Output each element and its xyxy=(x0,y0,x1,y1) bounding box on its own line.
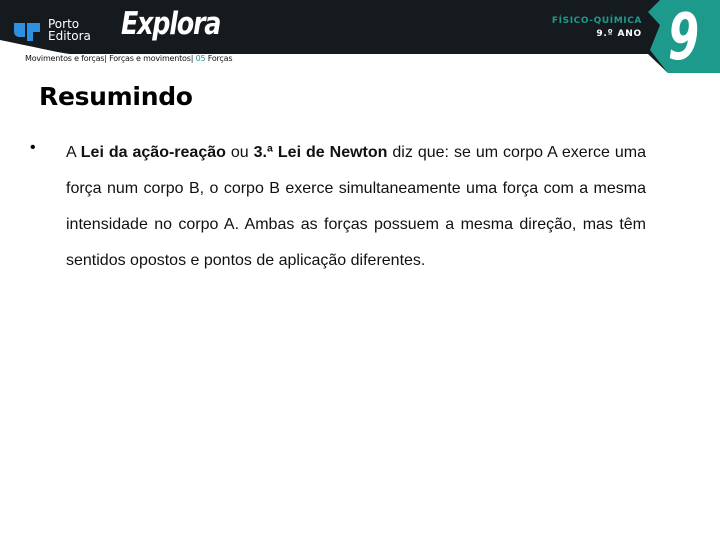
text-segment: A xyxy=(66,144,81,161)
text-segment: ou xyxy=(225,144,254,161)
publisher-logo-icon xyxy=(14,19,42,41)
grade-number: 9 xyxy=(668,1,700,75)
brand-title: Explora xyxy=(121,6,221,42)
breadcrumb-subchapter: Forças e movimentos xyxy=(109,54,191,63)
header-banner: Porto Editora Explora FÍSICO-QUÍMICA 9.º… xyxy=(0,0,720,80)
text-segment-bold: 3.ª Lei de Newton xyxy=(253,144,388,161)
publisher-name-line2: Editora xyxy=(48,29,91,43)
publisher-logo: Porto Editora xyxy=(14,18,91,42)
page-title: Resumindo xyxy=(39,82,193,111)
breadcrumb: Movimentos e forças| Forças e movimentos… xyxy=(25,54,232,63)
breadcrumb-chapter: Movimentos e forças xyxy=(25,54,105,63)
text-segment-bold: Lei da ação-reação xyxy=(80,144,226,161)
subject-label: FÍSICO-QUÍMICA xyxy=(551,16,642,26)
breadcrumb-section: Forças xyxy=(207,54,233,63)
summary-paragraph: A Lei da ação-reação ou 3.ª Lei de Newto… xyxy=(66,135,646,279)
bullet-icon: • xyxy=(30,139,36,156)
text-segment: diz que: se um corpo A exerce uma força … xyxy=(66,144,647,269)
breadcrumb-separator: | xyxy=(190,54,194,63)
grade-label: 9.º ANO xyxy=(596,29,642,39)
breadcrumb-section-number: 05 xyxy=(195,54,206,63)
header-background xyxy=(0,0,720,73)
breadcrumb-separator: | xyxy=(104,54,107,63)
